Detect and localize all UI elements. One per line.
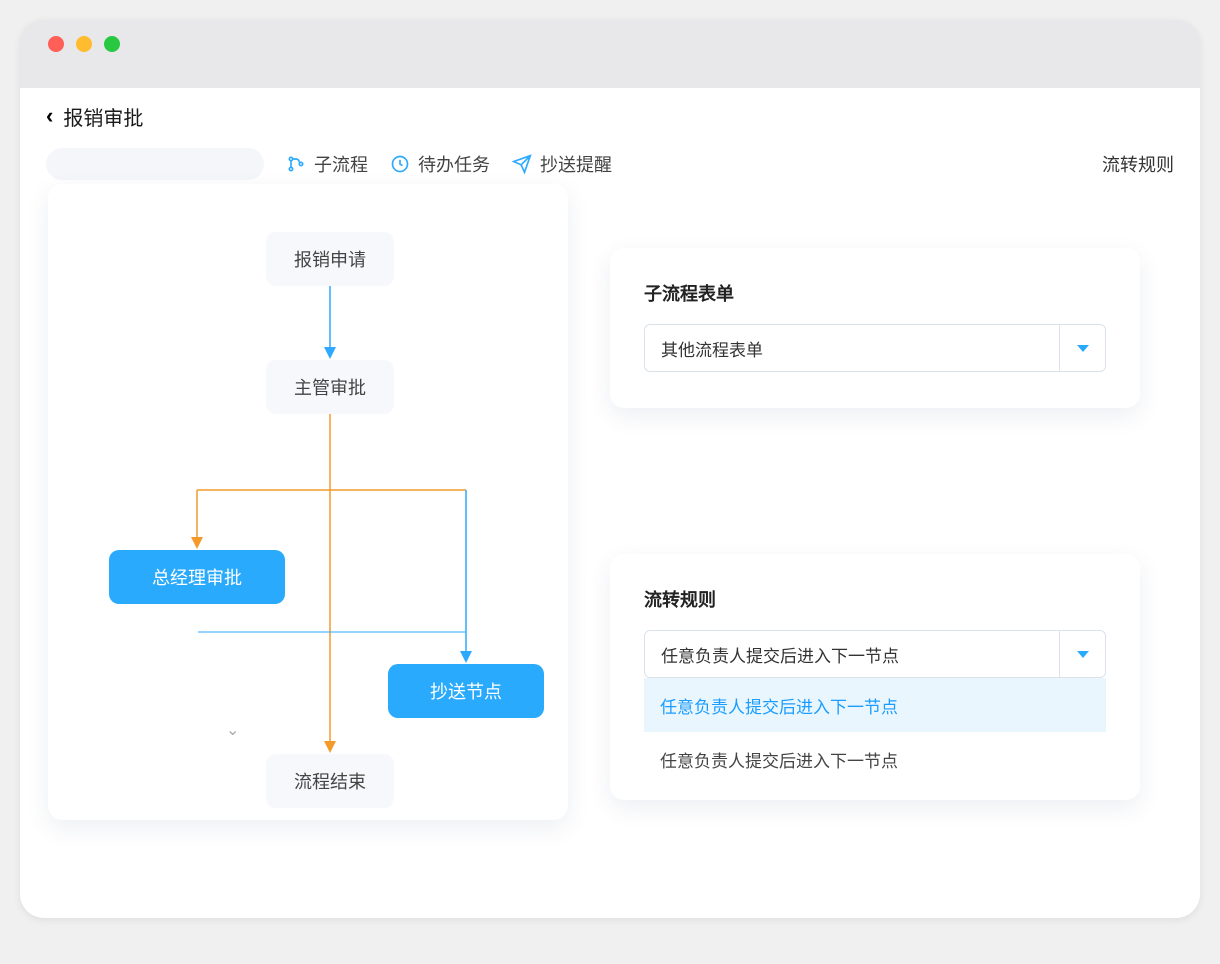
rules-option[interactable]: 任意负责人提交后进入下一节点 — [644, 678, 1106, 732]
panel-rules-title: 流转规则 — [644, 586, 1106, 612]
sub-form-select[interactable]: 其他流程表单 — [644, 324, 1106, 372]
rules-link[interactable]: 流转规则 — [1102, 151, 1174, 177]
caret-down-icon — [1077, 651, 1089, 658]
rules-option-label: 任意负责人提交后进入下一节点 — [660, 693, 898, 718]
flow-node-gm-approval[interactable]: 总经理审批 — [109, 550, 285, 604]
rules-selected: 任意负责人提交后进入下一节点 — [645, 642, 1059, 667]
back-icon[interactable]: ‹ — [46, 103, 53, 129]
toolbar: 子流程 待办任务 抄送提醒 流转规则 — [20, 144, 1200, 184]
toolbar-pending-task[interactable]: 待办任务 — [390, 151, 490, 177]
toolbar-cc-reminder-label: 抄送提醒 — [540, 151, 612, 177]
flow-node-label: 流程结束 — [294, 772, 366, 792]
toolbar-sub-process[interactable]: 子流程 — [286, 151, 368, 177]
flow-node-label: 抄送节点 — [430, 682, 502, 702]
flow-node-cc[interactable]: 抄送节点 — [388, 664, 544, 718]
flow-node-supervisor[interactable]: 主管审批 — [266, 360, 394, 414]
rules-caret — [1059, 631, 1105, 677]
window-titlebar — [20, 20, 1200, 68]
caret-down-icon — [1077, 345, 1089, 352]
minimize-icon[interactable] — [76, 36, 92, 52]
chevron-down-icon: ⌄ — [226, 720, 239, 740]
panel-sub-form: 子流程表单 其他流程表单 — [610, 248, 1140, 408]
flow-node-label: 报销申请 — [294, 250, 366, 270]
sub-process-icon — [286, 154, 306, 174]
clock-icon — [390, 154, 410, 174]
app-window: ‹ 报销审批 子流程 待办任务 — [20, 20, 1200, 918]
maximize-icon[interactable] — [104, 36, 120, 52]
toolbar-blank-pill[interactable] — [46, 148, 264, 180]
flow-node-apply[interactable]: 报销申请 — [266, 232, 394, 286]
rules-dropdown: 任意负责人提交后进入下一节点 任意负责人提交后进入下一节点 — [644, 678, 1106, 786]
flow-node-end[interactable]: 流程结束 — [266, 754, 394, 808]
toolbar-pending-task-label: 待办任务 — [418, 151, 490, 177]
toolbar-cc-reminder[interactable]: 抄送提醒 — [512, 151, 612, 177]
panel-sub-form-title: 子流程表单 — [644, 280, 1106, 306]
content-area: ‹ 报销审批 子流程 待办任务 — [20, 88, 1200, 918]
page-title: 报销审批 — [63, 102, 143, 131]
paper-plane-icon — [512, 154, 532, 174]
rules-option[interactable]: 任意负责人提交后进入下一节点 — [644, 732, 1106, 786]
rules-select[interactable]: 任意负责人提交后进入下一节点 — [644, 630, 1106, 678]
sub-form-caret — [1059, 325, 1105, 371]
close-icon[interactable] — [48, 36, 64, 52]
rules-option-label: 任意负责人提交后进入下一节点 — [660, 747, 898, 772]
sub-form-selected: 其他流程表单 — [645, 336, 1059, 361]
toolbar-sub-process-label: 子流程 — [314, 151, 368, 177]
panel-rules: 流转规则 任意负责人提交后进入下一节点 任意负责人提交后进入下一节点 任意负责人… — [610, 554, 1140, 800]
body: 报销申请 主管审批 总经理审批 抄送节点 流程结束 ⌄ — [20, 184, 1200, 240]
flow-node-label: 主管审批 — [294, 378, 366, 398]
page-header: ‹ 报销审批 — [20, 88, 1200, 144]
flow-node-label: 总经理审批 — [152, 568, 242, 588]
flow-canvas: 报销申请 主管审批 总经理审批 抄送节点 流程结束 ⌄ — [48, 184, 568, 820]
